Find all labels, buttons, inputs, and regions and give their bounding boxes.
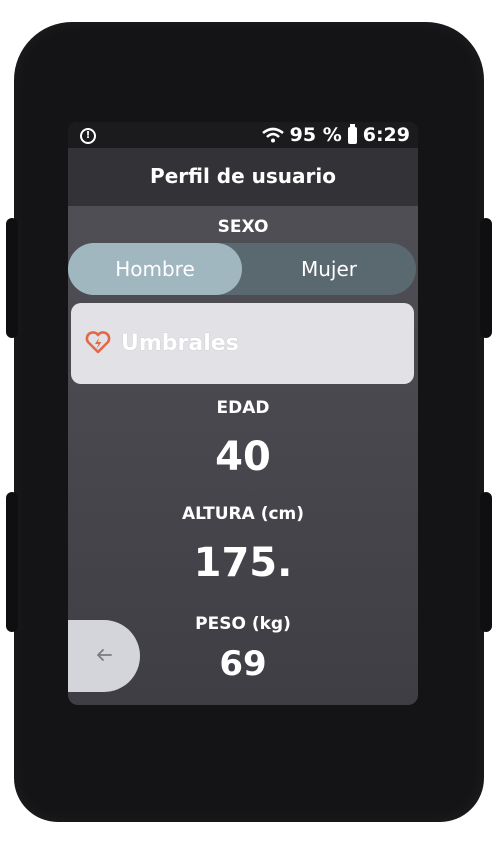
status-bar: ! 95 % 6:29 — [68, 122, 418, 148]
side-button-right-bottom[interactable] — [480, 492, 492, 632]
heart-lightning-icon — [85, 330, 111, 358]
arrow-left-icon — [95, 647, 113, 666]
thresholds-label: Umbrales — [121, 331, 239, 356]
back-button[interactable] — [68, 620, 140, 692]
age-label: EDAD — [216, 398, 270, 418]
clock-time: 6:29 — [362, 124, 410, 146]
height-label: ALTURA (cm) — [181, 504, 305, 524]
battery-icon — [347, 123, 357, 144]
alert-icon: ! — [80, 128, 96, 144]
side-button-left-bottom[interactable] — [6, 492, 18, 632]
gender-label: SEXO — [217, 217, 269, 237]
thresholds-button[interactable]: Umbrales — [71, 303, 414, 384]
side-button-left-top[interactable] — [6, 218, 18, 338]
age-value[interactable]: 40 — [68, 434, 418, 480]
side-button-right-top[interactable] — [480, 218, 492, 338]
header-bar: Perfil de usuario — [68, 148, 418, 206]
gender-selector: Hombre Mujer — [68, 243, 416, 295]
gender-option-female[interactable]: Mujer — [242, 243, 416, 295]
page-title: Perfil de usuario — [150, 164, 336, 188]
status-right-group: 95 % 6:29 — [261, 123, 410, 146]
gender-option-male[interactable]: Hombre — [68, 243, 242, 295]
wifi-icon — [261, 127, 284, 143]
height-value[interactable]: 175. — [68, 540, 418, 586]
battery-percent: 95 % — [289, 124, 342, 146]
device-screen: ! 95 % 6:29 Perfil de usuario SEXO Hombr… — [68, 122, 418, 705]
